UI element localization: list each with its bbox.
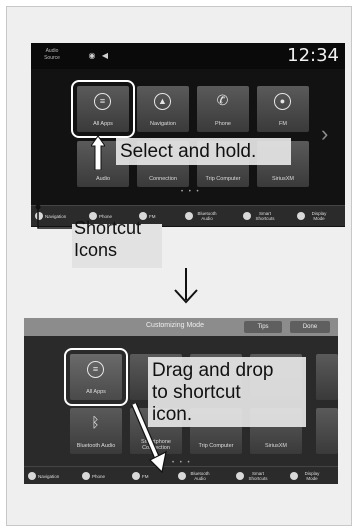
shortcut-leader-line [35, 204, 74, 229]
bluetooth-icon [185, 212, 193, 220]
audio-source-label[interactable]: Audio Source [37, 48, 67, 62]
shortcut-icons-label: Shortcut Icons [74, 217, 141, 261]
shortcut-label: Display Mode [311, 211, 327, 221]
shortcut-icons-line1: Shortcut [74, 218, 142, 238]
drag-drop-line1: Drag and drop [152, 360, 274, 381]
shortcut-icon [236, 472, 244, 480]
tile-label: Audio [95, 176, 111, 182]
drag-and-drop-callout: Drag and drop to shortcut icon. [148, 357, 306, 427]
select-and-hold-callout: Select and hold. [116, 138, 291, 165]
tile-partial[interactable] [316, 408, 338, 454]
up-arrow-icon [91, 136, 105, 170]
tile-fm[interactable]: ● FM [257, 86, 309, 132]
clock: 12:34 [287, 45, 339, 66]
shortcut-label: Smart Shortcuts [255, 211, 275, 221]
shortcut-icon [243, 212, 251, 220]
status-bar: Audio Source ◉ ◀ 12:34 [31, 43, 345, 69]
tile-label: Trip Computer [198, 443, 234, 449]
volume-icon[interactable]: ◀ [101, 52, 109, 60]
drag-drop-line3: icon. [152, 404, 193, 425]
shortcut-label: Bluetooth Audio [190, 471, 210, 481]
next-page-chevron-icon[interactable]: › [321, 121, 328, 147]
tile-label: Connection [149, 176, 177, 182]
shortcut-smart-shortcuts[interactable]: Smart Shortcuts [236, 467, 270, 484]
tile-partial[interactable] [316, 354, 338, 400]
tile-label: Phone [215, 121, 231, 127]
shortcut-fm[interactable]: FM [139, 206, 156, 226]
tile-label: FM [279, 121, 287, 127]
tile-label: Trip Computer [205, 176, 241, 182]
shortcut-bluetooth-audio[interactable]: Bluetooth Audio [185, 206, 219, 226]
bluetooth-icon [178, 472, 186, 480]
compass-icon: ▲ [154, 93, 171, 110]
tile-all-apps[interactable]: ≡ All Apps [64, 348, 128, 406]
apps-icon: ≡ [94, 93, 111, 110]
shortcut-display-mode[interactable]: Display Mode [290, 467, 324, 484]
shortcut-label: Display Mode [304, 471, 320, 481]
shortcut-label: Navigation [38, 473, 60, 479]
display-icon [297, 212, 305, 220]
navigation-icon [28, 472, 36, 480]
shortcut-label: Bluetooth Audio [197, 211, 217, 221]
phone-icon: ✆ [216, 92, 229, 108]
shortcut-display-mode[interactable]: Display Mode [297, 206, 331, 226]
apps-icon: ≡ [87, 361, 104, 378]
shortcut-label: Smart Shortcuts [248, 471, 268, 481]
tile-label: SiriusXM [264, 443, 287, 449]
drag-arrow-icon [131, 402, 167, 474]
done-button[interactable]: Done [290, 321, 330, 333]
page-indicator: • • • [181, 189, 201, 195]
shortcut-bluetooth-audio[interactable]: Bluetooth Audio [178, 467, 212, 484]
shortcut-navigation[interactable]: Navigation [28, 467, 59, 484]
tile-label: SiriusXM [271, 176, 294, 182]
customizing-title: Customizing Mode [146, 322, 204, 329]
down-arrow-icon [174, 268, 198, 304]
tile-all-apps[interactable]: ≡ All Apps [71, 80, 135, 138]
shortcut-phone[interactable]: Phone [82, 467, 105, 484]
settings-icon[interactable]: ◉ [88, 52, 96, 60]
phone-icon [82, 472, 90, 480]
shortcut-label: FM [149, 213, 156, 219]
bluetooth-icon: ᛒ [91, 414, 100, 430]
customizing-header: Customizing Mode Tips Done [24, 318, 338, 336]
shortcut-bar: Navigation Phone FM Bluetooth Audio Smar… [24, 466, 338, 484]
shortcut-label: Phone [92, 473, 106, 479]
tile-label: All Apps [93, 121, 113, 127]
shortcut-icons-line2: Icons [74, 240, 118, 260]
tile-bluetooth-audio[interactable]: ᛒ Bluetooth Audio [70, 408, 122, 454]
tile-phone[interactable]: ✆ Phone [197, 86, 249, 132]
tips-button[interactable]: Tips [244, 321, 282, 333]
tile-label: All Apps [86, 389, 106, 395]
shortcut-label: FM [142, 473, 149, 479]
drag-drop-line2: to shortcut [152, 382, 241, 403]
tile-navigation[interactable]: ▲ Navigation [137, 86, 189, 132]
shortcut-smart-shortcuts[interactable]: Smart Shortcuts [243, 206, 277, 226]
display-icon [290, 472, 298, 480]
radio-icon: ● [274, 93, 291, 110]
tile-label: Bluetooth Audio [76, 443, 116, 449]
home-screen: Audio Source ◉ ◀ 12:34 ≡ All Apps ▲ Navi… [31, 43, 345, 227]
tile-label: Navigation [150, 121, 176, 127]
